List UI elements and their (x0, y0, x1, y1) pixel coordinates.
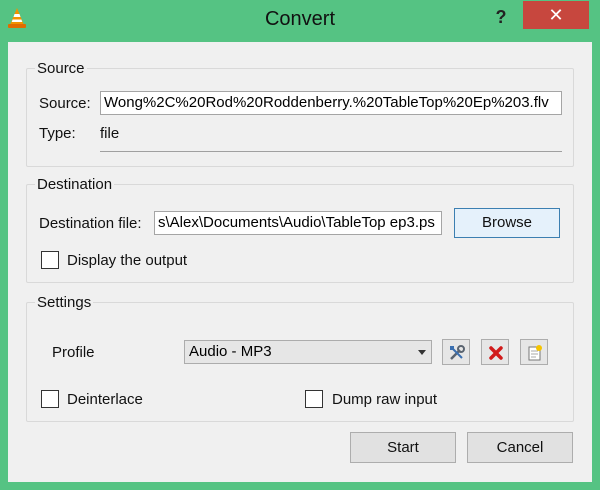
profile-label: Profile (52, 344, 95, 361)
dump-raw-input-label[interactable]: Dump raw input (332, 391, 437, 408)
source-label: Source: (39, 95, 91, 112)
start-button[interactable]: Start (350, 432, 456, 463)
new-document-icon (528, 345, 542, 361)
destination-file-field[interactable]: s\Alex\Documents\Audio\TableTop ep3.ps (154, 211, 442, 235)
browse-button[interactable]: Browse (454, 208, 560, 238)
close-button[interactable]: ✕ (523, 1, 589, 29)
source-field[interactable]: Wong%2C%20Rod%20Roddenberry.%20TableTop%… (100, 91, 562, 115)
profile-select-value: Audio - MP3 (189, 343, 272, 360)
settings-group-title: Settings (35, 294, 94, 311)
destination-group-title: Destination (35, 176, 115, 193)
deinterlace-label[interactable]: Deinterlace (67, 391, 143, 408)
convert-window: Convert ? ✕ Source Source: Wong%2C%20Rod… (0, 0, 600, 490)
delete-profile-button[interactable] (481, 339, 509, 365)
chevron-down-icon (418, 350, 426, 355)
profile-select[interactable]: Audio - MP3 (184, 340, 432, 364)
source-group: Source Source: Wong%2C%20Rod%20Roddenber… (26, 60, 574, 167)
edit-profile-button[interactable] (442, 339, 470, 365)
type-value: file (100, 125, 120, 142)
dialog-body: Source Source: Wong%2C%20Rod%20Roddenber… (8, 42, 592, 482)
settings-group: Settings Profile Audio - MP3 Deinterlace… (26, 294, 574, 422)
cancel-button[interactable]: Cancel (467, 432, 573, 463)
red-x-icon (489, 346, 503, 360)
title-bar[interactable]: Convert ? ✕ (0, 0, 600, 42)
deinterlace-checkbox[interactable] (41, 390, 59, 408)
source-separator (100, 151, 562, 152)
destination-file-value: s\Alex\Documents\Audio\TableTop ep3.ps (158, 214, 435, 231)
destination-file-label: Destination file: (39, 215, 142, 232)
help-button[interactable]: ? (486, 4, 516, 30)
dump-raw-input-checkbox[interactable] (305, 390, 323, 408)
display-output-checkbox[interactable] (41, 251, 59, 269)
display-output-label[interactable]: Display the output (67, 252, 187, 269)
tools-icon (450, 345, 465, 360)
type-label: Type: (39, 125, 76, 142)
new-profile-button[interactable] (520, 339, 548, 365)
source-field-value: Wong%2C%20Rod%20Roddenberry.%20TableTop%… (104, 94, 549, 111)
source-group-title: Source (35, 60, 87, 77)
destination-group: Destination Destination file: s\Alex\Doc… (26, 176, 574, 283)
